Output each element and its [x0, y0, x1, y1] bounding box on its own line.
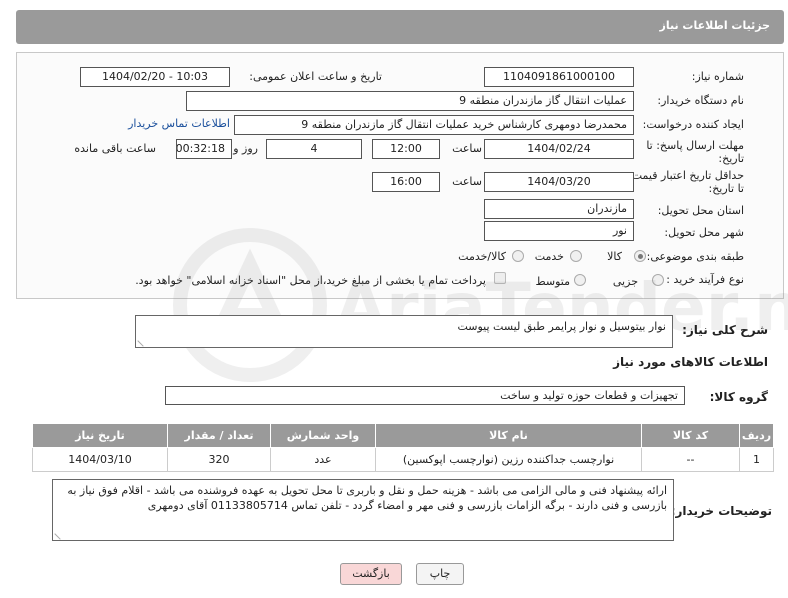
goods-section-title: اطلاعات کالاهای مورد نیاز: [613, 355, 768, 369]
remaining-label: ساعت باقی مانده: [74, 142, 156, 155]
page-title: جزئیات اطلاعات نیاز: [659, 19, 771, 32]
category-option-goods: کالا: [607, 250, 622, 263]
need-number-label: شماره نیاز:: [691, 70, 744, 83]
category-radio-both[interactable]: [512, 250, 524, 262]
buyer-org-field: عملیات انتقال گاز مازندران منطقه 9: [186, 91, 634, 111]
reply-date-field: 1404/02/24: [484, 139, 634, 159]
announce-label: تاریخ و ساعت اعلان عمومی:: [249, 70, 382, 83]
resize-grip-icon[interactable]: [54, 528, 66, 540]
buyer-notes-textarea[interactable]: ارائه پیشنهاد فنی و مالی الزامی می باشد …: [52, 479, 674, 541]
price-validity-label-2: تا تاریخ:: [708, 182, 744, 195]
goods-group-field: تجهیزات و قطعات حوزه تولید و ساخت: [165, 386, 685, 405]
category-radio-goods[interactable]: [634, 250, 646, 262]
buyer-org-label: نام دستگاه خریدار:: [657, 94, 744, 107]
price-validity-label-1: حداقل تاریخ اعتبار قیمت:: [628, 169, 744, 182]
buyer-contact-link[interactable]: اطلاعات تماس خریدار: [128, 117, 230, 130]
goods-table: ردیف کد کالا نام کالا واحد شمارش تعداد /…: [32, 423, 774, 472]
description-text: نوار بیتوسیل و نوار پرایمر طبق لیست پیوس…: [457, 320, 666, 333]
col-item-name: نام کالا: [375, 423, 642, 448]
days-field: 4: [266, 139, 362, 159]
cell-item-name: نوارچسب جداکننده رزین (نوارچسب اپوکسین): [375, 447, 642, 472]
col-row-number: ردیف: [739, 423, 774, 448]
table-row: 1 -- نوارچسب جداکننده رزین (نوارچسب اپوک…: [32, 447, 774, 472]
col-item-code: کد کالا: [641, 423, 740, 448]
cell-unit: عدد: [270, 447, 376, 472]
treasury-payment-note: پرداخت تمام یا بخشی از مبلغ خرید،از محل …: [135, 274, 486, 287]
process-option-minor: جزیی: [612, 275, 638, 288]
category-label: طبقه بندی موضوعی:: [646, 250, 744, 263]
resize-grip-icon[interactable]: [137, 335, 149, 347]
days-label: روز و: [233, 142, 258, 155]
goods-table-header-row: ردیف کد کالا نام کالا واحد شمارش تعداد /…: [32, 423, 774, 448]
creator-field: محمدرضا دومهری کارشناس خرید عملیات انتقا…: [234, 115, 634, 135]
city-field: نور: [484, 221, 634, 241]
cell-quantity: 320: [167, 447, 271, 472]
announce-field: 1404/02/20 - 10:03: [80, 67, 230, 87]
need-number-field: 1104091861000100: [484, 67, 634, 87]
reply-deadline-label-1: مهلت ارسال پاسخ: تا: [646, 139, 744, 152]
city-label: شهر محل تحویل:: [664, 226, 744, 239]
treasury-payment-checkbox[interactable]: [494, 272, 506, 284]
reply-time-field: 12:00: [372, 139, 440, 159]
description-textarea[interactable]: نوار بیتوسیل و نوار پرایمر طبق لیست پیوس…: [135, 315, 673, 348]
col-unit: واحد شمارش: [270, 423, 376, 448]
cell-row-number: 1: [739, 447, 774, 472]
buyer-notes-label: توضیحات خریدار:: [670, 504, 772, 518]
page-header: جزئیات اطلاعات نیاز: [16, 10, 784, 44]
category-option-service: خدمت: [534, 250, 564, 263]
process-radio-minor[interactable]: [652, 274, 664, 286]
back-button[interactable]: بازگشت: [340, 563, 402, 585]
price-time-label: ساعت: [452, 175, 482, 188]
remaining-time-field: 00:32:18: [176, 139, 232, 159]
cell-need-date: 1404/03/10: [32, 447, 168, 472]
col-need-date: تاریخ نیاز: [32, 423, 168, 448]
description-label: شرح کلی نیاز:: [682, 323, 768, 337]
province-field: مازندران: [484, 199, 634, 219]
process-label: نوع فرآیند خرید :: [666, 273, 744, 286]
province-label: استان محل تحویل:: [657, 204, 744, 217]
process-radio-medium[interactable]: [574, 274, 586, 286]
col-quantity: تعداد / مقدار: [167, 423, 271, 448]
buyer-notes-text: ارائه پیشنهاد فنی و مالی الزامی می باشد …: [67, 484, 667, 512]
process-option-medium: متوسط: [535, 275, 570, 288]
creator-label: ایجاد کننده درخواست:: [642, 118, 744, 131]
price-time-field: 16:00: [372, 172, 440, 192]
category-option-both: کالا/خدمت: [458, 250, 506, 263]
print-button[interactable]: چاپ: [416, 563, 464, 585]
reply-time-label: ساعت: [452, 142, 482, 155]
reply-deadline-label-2: تاریخ:: [718, 152, 744, 165]
goods-group-label: گروه کالا:: [709, 390, 768, 404]
price-date-field: 1404/03/20: [484, 172, 634, 192]
category-radio-service[interactable]: [570, 250, 582, 262]
cell-item-code: --: [641, 447, 740, 472]
